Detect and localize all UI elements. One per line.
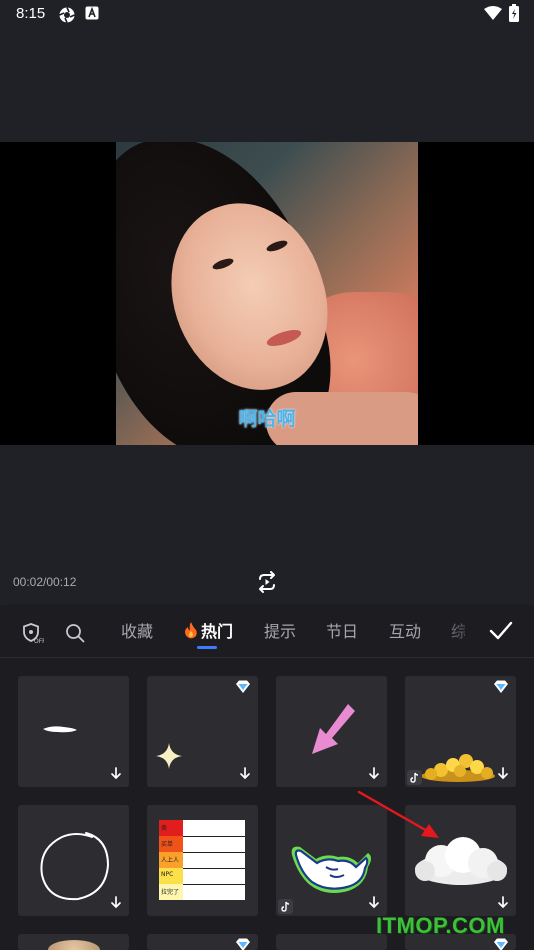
rank-label: 卖 (161, 825, 168, 832)
annotation-arrow (357, 790, 439, 838)
shield-off-icon[interactable]: OFF (22, 622, 44, 644)
tab-favorites[interactable]: 收藏 (121, 618, 153, 642)
fire-icon (185, 622, 197, 639)
caption-text[interactable]: 啊哈啊 (116, 404, 418, 431)
status-time: 8:15 (16, 5, 46, 22)
download-icon[interactable] (239, 767, 251, 780)
download-icon[interactable] (368, 896, 380, 909)
tab-tips[interactable]: 提示 (264, 618, 296, 642)
pink-arrow-graphic (312, 704, 355, 754)
rank-label: 买单 (161, 841, 174, 848)
tiktok-badge (278, 899, 293, 914)
tiktok-icon (281, 901, 290, 912)
sticker-ranking-list[interactable]: 卖 买单 人上人 NPC 拉完了 (147, 805, 258, 916)
watermark: ITMOP.COM (376, 913, 505, 938)
svg-text:OFF: OFF (34, 638, 44, 644)
tiktok-icon (410, 772, 419, 783)
shaka-hand-graphic (291, 846, 371, 893)
wifi-icon (484, 6, 502, 20)
rank-label: NPC (161, 871, 174, 878)
download-icon[interactable] (368, 767, 380, 780)
sticker-partial-graphic (48, 940, 100, 950)
rank-divider (183, 868, 245, 869)
white-stroke-graphic (43, 726, 77, 733)
sticker-white-stroke[interactable] (18, 676, 129, 787)
preview-top-area (0, 28, 534, 142)
replay-icon[interactable] (255, 571, 279, 593)
active-tab-indicator (197, 646, 217, 649)
battery-icon (509, 4, 519, 22)
tiktok-badge (407, 770, 422, 785)
vip-diamond-icon (236, 938, 250, 950)
vip-diamond-icon (494, 680, 508, 693)
confirm-check-icon[interactable] (488, 619, 514, 643)
font-a-icon (85, 6, 99, 20)
download-icon[interactable] (497, 767, 509, 780)
sticker-partial[interactable] (276, 934, 387, 950)
sticker-pink-arrow[interactable] (276, 676, 387, 787)
rank-label: 人上人 (161, 857, 180, 864)
sticker-hand-drawn-circle[interactable] (18, 805, 129, 916)
sticker-gold-coins[interactable] (405, 676, 516, 787)
tab-hot[interactable]: 热门 (201, 618, 233, 642)
search-icon[interactable] (65, 623, 85, 643)
rank-divider (183, 852, 245, 853)
ranking-list-graphic: 卖 买单 人上人 NPC 拉完了 (159, 820, 245, 900)
sparkle-star-graphic (156, 743, 182, 769)
sticker-partial[interactable] (18, 934, 129, 950)
sticker-partial[interactable] (147, 934, 258, 950)
download-icon[interactable] (110, 767, 122, 780)
aperture-icon (59, 7, 75, 23)
tab-fade-overlay (455, 612, 485, 648)
sticker-sparkle[interactable] (147, 676, 258, 787)
tab-holiday[interactable]: 节日 (326, 618, 358, 642)
tab-interactive[interactable]: 互动 (389, 618, 421, 642)
download-icon[interactable] (110, 896, 122, 909)
video-frame[interactable]: 啊哈啊 (116, 142, 418, 445)
vip-diamond-icon (494, 938, 508, 950)
vip-diamond-icon (236, 680, 250, 693)
circle-sketch-graphic (40, 832, 110, 901)
rank-divider (183, 884, 245, 885)
gold-coins-graphic (421, 754, 495, 782)
rank-label: 拉完了 (161, 889, 180, 896)
rank-divider (183, 836, 245, 837)
playback-time: 00:02/00:12 (13, 575, 77, 589)
status-bar: 8:15 (0, 0, 534, 28)
download-icon[interactable] (497, 896, 509, 909)
